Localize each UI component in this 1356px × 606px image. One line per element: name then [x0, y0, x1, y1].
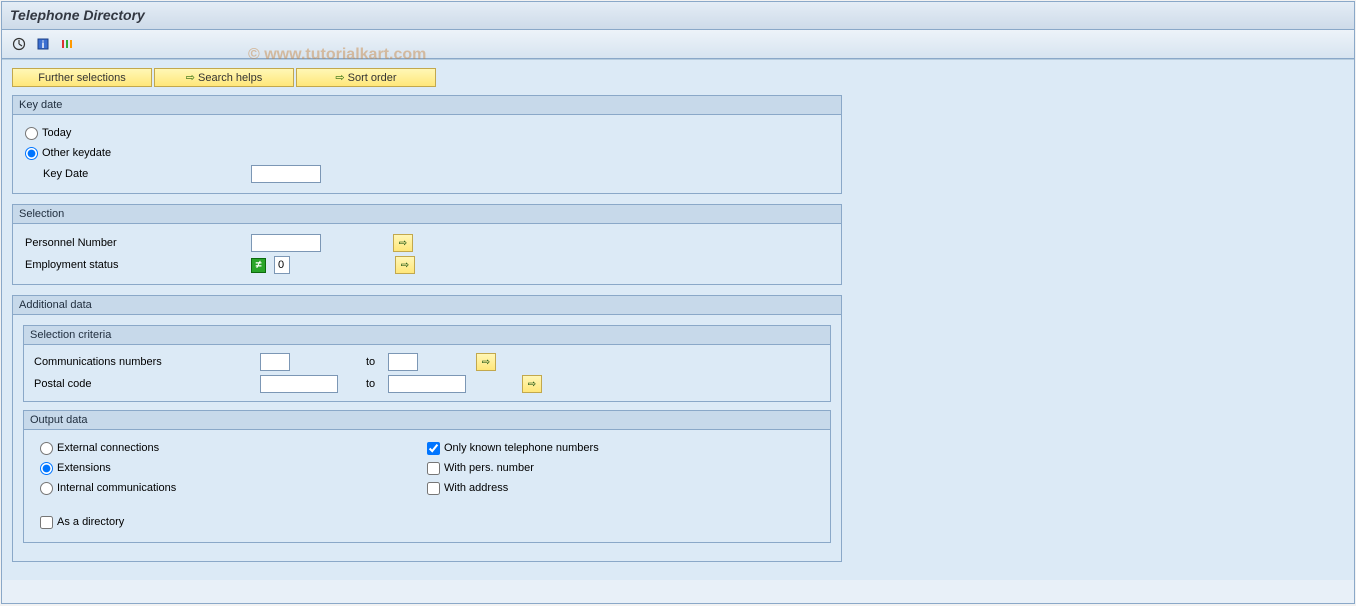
personnel-input[interactable]	[251, 234, 321, 252]
other-keydate-radio-row[interactable]: Other keydate	[25, 143, 829, 163]
personnel-multi-button[interactable]: ⇨	[393, 234, 413, 252]
only-known-row[interactable]: Only known telephone numbers	[427, 438, 814, 458]
app-toolbar: i	[2, 30, 1354, 59]
action-button-bar: Further selections ⇨Search helps ⇨Sort o…	[12, 68, 1344, 87]
postal-row: Postal code to ⇨	[34, 373, 820, 395]
employment-label: Employment status	[25, 259, 245, 271]
page-title: Telephone Directory	[2, 2, 1354, 30]
keydate-panel-title: Key date	[13, 96, 841, 115]
extensions-radio-row[interactable]: Extensions	[40, 458, 427, 478]
postal-multi-button[interactable]: ⇨	[522, 375, 542, 393]
personnel-label: Personnel Number	[25, 237, 245, 249]
selection-criteria-title: Selection criteria	[24, 326, 830, 345]
comm-from-input[interactable]	[260, 353, 290, 371]
postal-label: Postal code	[34, 378, 254, 390]
with-pers-label: With pers. number	[444, 462, 534, 474]
comm-label: Communications numbers	[34, 356, 254, 368]
arrow-right-icon: ⇨	[186, 71, 198, 84]
with-pers-checkbox[interactable]	[427, 462, 440, 475]
comm-row: Communications numbers to ⇨	[34, 351, 820, 373]
selection-panel-title: Selection	[13, 205, 841, 224]
only-known-checkbox[interactable]	[427, 442, 440, 455]
comm-multi-button[interactable]: ⇨	[476, 353, 496, 371]
execute-icon[interactable]	[10, 35, 28, 53]
as-directory-checkbox[interactable]	[40, 516, 53, 529]
keydate-input[interactable]	[251, 165, 321, 183]
to-label-1: to	[296, 356, 382, 368]
external-radio-row[interactable]: External connections	[40, 438, 427, 458]
output-data-title: Output data	[24, 411, 830, 430]
with-pers-row[interactable]: With pers. number	[427, 458, 814, 478]
today-label: Today	[42, 127, 71, 139]
with-address-row[interactable]: With address	[427, 478, 814, 498]
today-radio[interactable]	[25, 127, 38, 140]
search-helps-label: Search helps	[198, 72, 262, 84]
arrow-right-icon: ⇨	[335, 71, 347, 84]
selection-criteria-panel: Selection criteria Communications number…	[23, 325, 831, 402]
postal-from-input[interactable]	[260, 375, 338, 393]
external-radio[interactable]	[40, 442, 53, 455]
with-address-label: With address	[444, 482, 508, 494]
sort-order-button[interactable]: ⇨Sort order	[296, 68, 436, 87]
only-known-label: Only known telephone numbers	[444, 442, 599, 454]
internal-radio[interactable]	[40, 482, 53, 495]
info-icon[interactable]: i	[34, 35, 52, 53]
svg-text:i: i	[42, 40, 45, 51]
employment-multi-button[interactable]: ⇨	[395, 256, 415, 274]
keydate-panel: Key date Today Other keydate Key Date	[12, 95, 842, 194]
other-keydate-radio[interactable]	[25, 147, 38, 160]
postal-to-input[interactable]	[388, 375, 466, 393]
additional-panel-title: Additional data	[13, 296, 841, 315]
as-directory-row[interactable]: As a directory	[40, 512, 814, 532]
sort-order-label: Sort order	[348, 72, 397, 84]
further-selections-button[interactable]: Further selections	[12, 68, 152, 87]
to-label-2: to	[344, 378, 382, 390]
additional-panel: Additional data Selection criteria Commu…	[12, 295, 842, 562]
keydate-input-row: Key Date	[43, 163, 829, 185]
as-directory-label: As a directory	[57, 516, 124, 528]
employment-input[interactable]	[274, 256, 290, 274]
employment-row: Employment status ≠ ⇨	[25, 254, 829, 276]
variant-icon[interactable]	[58, 35, 76, 53]
content-area: © www.tutorialkart.com Further selection…	[2, 59, 1354, 580]
other-keydate-label: Other keydate	[42, 147, 111, 159]
selection-panel: Selection Personnel Number ⇨ Employment …	[12, 204, 842, 285]
external-label: External connections	[57, 442, 159, 454]
today-radio-row[interactable]: Today	[25, 123, 829, 143]
keydate-label: Key Date	[43, 168, 245, 180]
personnel-row: Personnel Number ⇨	[25, 232, 829, 254]
with-address-checkbox[interactable]	[427, 482, 440, 495]
not-equal-icon[interactable]: ≠	[251, 258, 266, 273]
internal-radio-row[interactable]: Internal communications	[40, 478, 427, 498]
output-data-panel: Output data External connections Ext	[23, 410, 831, 543]
extensions-label: Extensions	[57, 462, 111, 474]
search-helps-button[interactable]: ⇨Search helps	[154, 68, 294, 87]
extensions-radio[interactable]	[40, 462, 53, 475]
comm-to-input[interactable]	[388, 353, 418, 371]
internal-label: Internal communications	[57, 482, 176, 494]
